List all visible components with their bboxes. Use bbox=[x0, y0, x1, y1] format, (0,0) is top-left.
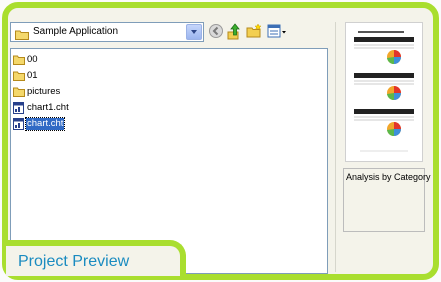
divider bbox=[335, 22, 336, 272]
chart-file-icon bbox=[13, 102, 25, 117]
tab-project-preview[interactable]: Project Preview bbox=[6, 240, 186, 276]
location-value: Sample Application bbox=[33, 26, 119, 37]
preview-thumbnail bbox=[345, 22, 423, 162]
tab-label: Project Preview bbox=[18, 253, 130, 270]
views-menu-icon[interactable] bbox=[267, 23, 289, 41]
toolbar: Sample Application bbox=[10, 22, 330, 46]
preview-caption-box: Analysis by Category bbox=[343, 168, 431, 232]
up-folder-icon[interactable] bbox=[226, 23, 244, 41]
report-thumbnail-image bbox=[346, 23, 422, 161]
chart-file-icon bbox=[13, 118, 25, 133]
new-folder-icon[interactable] bbox=[246, 23, 264, 41]
file-name: chart1.cht bbox=[27, 102, 69, 113]
file-name: pictures bbox=[27, 86, 61, 97]
app-frame: Sample Application 00 01 pictures chart1… bbox=[0, 0, 441, 282]
folder-icon bbox=[13, 86, 25, 100]
folder-icon bbox=[13, 70, 25, 84]
folder-icon bbox=[15, 27, 29, 45]
chevron-down-icon[interactable] bbox=[186, 24, 202, 40]
back-icon[interactable] bbox=[208, 23, 226, 41]
folder-icon bbox=[13, 54, 25, 68]
file-name: 01 bbox=[27, 70, 38, 81]
location-combobox[interactable]: Sample Application bbox=[10, 22, 204, 42]
file-name: 00 bbox=[27, 54, 38, 65]
preview-caption: Analysis by Category bbox=[346, 172, 431, 182]
file-name: chart.cht bbox=[24, 117, 66, 131]
